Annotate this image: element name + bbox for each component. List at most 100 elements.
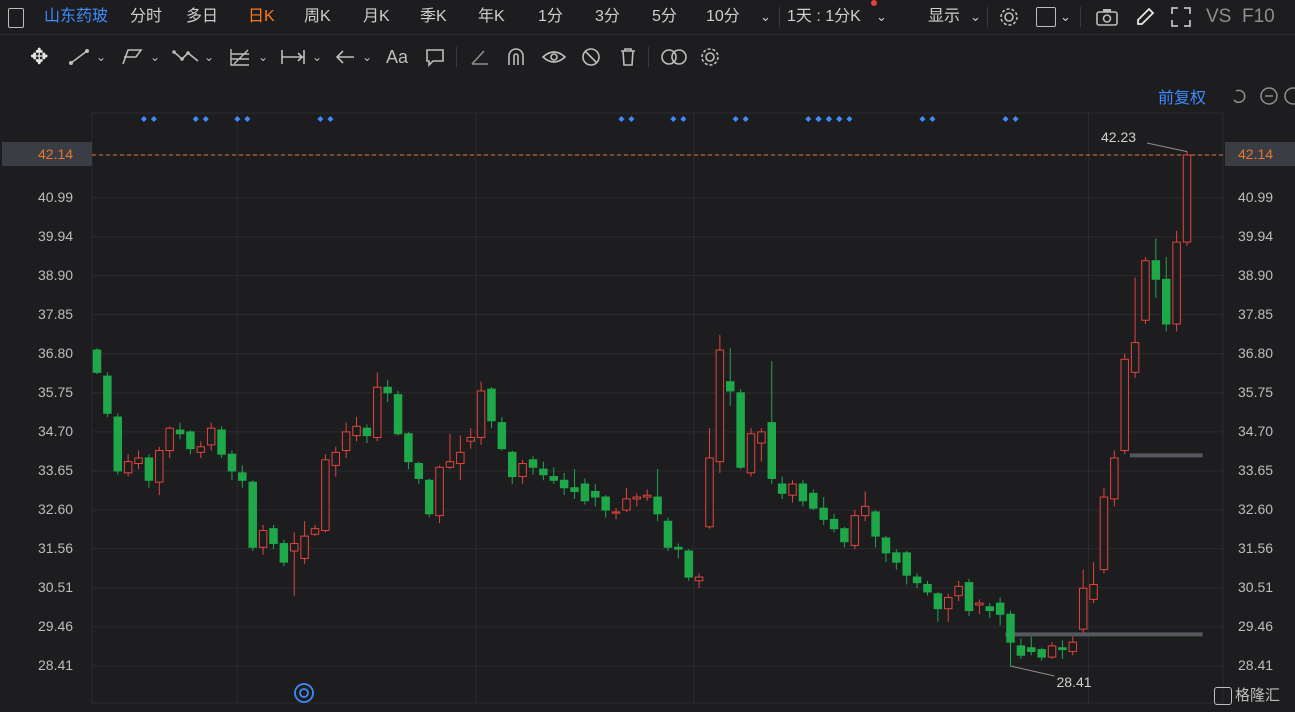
line-tool-chevron-icon[interactable]: ⌄: [96, 35, 106, 79]
candle-down: [1016, 645, 1026, 656]
measure-tool-chevron-icon[interactable]: ⌄: [312, 35, 322, 79]
measure-tool-icon[interactable]: [280, 48, 306, 66]
display-chevron-icon[interactable]: ⌄: [970, 0, 981, 34]
event-marker-icon: [317, 116, 324, 122]
text-tool[interactable]: Aa: [386, 35, 408, 79]
channel-tool-chevron-icon[interactable]: ⌄: [150, 35, 160, 79]
zoom-in-icon[interactable]: [1284, 87, 1295, 105]
move-crosshair-icon[interactable]: ✥: [30, 35, 48, 79]
tab-period-1[interactable]: 多日: [186, 0, 218, 34]
arrow-tool-icon[interactable]: [334, 48, 356, 66]
tab-period-6[interactable]: 年K: [478, 0, 505, 34]
candle-up: [715, 349, 725, 463]
candle-down: [269, 528, 278, 545]
stock-name[interactable]: 山东药玻: [44, 0, 108, 34]
settings-gear-icon[interactable]: [998, 6, 1020, 28]
y-tick-label: 36.80: [1238, 344, 1274, 361]
candle-up: [373, 386, 382, 438]
candle-up: [1141, 260, 1150, 321]
tab-period-7[interactable]: 1分: [538, 0, 563, 34]
layout-square-icon[interactable]: [1036, 7, 1056, 27]
candle-down: [559, 479, 569, 489]
tab-period-5[interactable]: 季K: [420, 0, 447, 34]
candle-up: [435, 466, 444, 517]
fibonacci-tool-icon[interactable]: [228, 46, 252, 68]
tab-period-2[interactable]: 日K: [248, 0, 275, 34]
event-marker-icon: [202, 116, 209, 122]
tab-period-0[interactable]: 分时: [130, 0, 162, 34]
event-marker-icon: [815, 116, 822, 122]
notification-dot: [871, 0, 877, 6]
candle-down: [186, 431, 195, 450]
candle-up: [975, 602, 984, 606]
candle-down: [933, 593, 943, 610]
tab-period-4[interactable]: 月K: [363, 0, 390, 34]
layout-chevron-icon[interactable]: ⌄: [1060, 0, 1071, 34]
candle-up: [705, 457, 714, 528]
tab-period-3[interactable]: 周K: [304, 0, 331, 34]
candle-up: [611, 511, 621, 514]
candle-up: [1047, 645, 1057, 658]
tab-period-9[interactable]: 5分: [652, 0, 677, 34]
wave-tool-chevron-icon[interactable]: ⌄: [204, 35, 214, 79]
display-menu[interactable]: 显示: [928, 0, 960, 34]
candle-down: [1027, 647, 1036, 652]
candle-up: [518, 463, 527, 478]
y-tick-label: 39.94: [38, 227, 74, 244]
camera-icon[interactable]: [1095, 6, 1119, 28]
candle-up: [746, 433, 756, 474]
current-price-tag: 42.14: [2, 142, 92, 166]
watermark-icon: [1214, 687, 1232, 706]
event-marker-icon: [1012, 116, 1019, 122]
angle-tool-icon[interactable]: [470, 48, 490, 66]
candle-up: [341, 431, 351, 452]
candle-down: [829, 518, 839, 530]
candle-down: [923, 583, 932, 593]
event-marker-icon: [327, 116, 334, 122]
candle-up: [123, 461, 133, 474]
candle-down: [684, 550, 693, 578]
candlestick-chart[interactable]: 42.23 28.41: [0, 80, 1295, 712]
panel-toggle-icon[interactable]: [8, 8, 24, 28]
event-marker-icon: [618, 116, 625, 122]
arrow-tool-chevron-icon[interactable]: ⌄: [362, 35, 372, 79]
y-tick-label: 29.46: [1238, 617, 1274, 634]
hide-drawings-icon[interactable]: [580, 46, 602, 68]
at-event-icon[interactable]: [293, 682, 315, 704]
candle-down: [798, 483, 808, 502]
magnet-icon[interactable]: [505, 47, 527, 67]
line-tool-icon[interactable]: [68, 48, 90, 66]
visibility-toggle-icon[interactable]: [541, 47, 567, 67]
toolbar-settings-icon[interactable]: [699, 46, 721, 68]
candle-up: [850, 515, 860, 546]
interval-selector[interactable]: 1天 : 1分K: [787, 0, 861, 34]
overlay-compare-icon[interactable]: [660, 47, 688, 67]
vs-compare-button[interactable]: VS: [1206, 0, 1231, 34]
interval-chevron-icon[interactable]: ⌄: [876, 0, 887, 34]
candle-up: [1130, 342, 1140, 373]
tab-period-10[interactable]: 10分: [706, 0, 740, 34]
fullscreen-icon[interactable]: [1170, 6, 1192, 28]
event-marker-icon: [680, 116, 687, 122]
comment-tool-icon[interactable]: [424, 47, 446, 67]
candle-up: [155, 450, 164, 483]
candle-up: [445, 461, 455, 468]
fibonacci-tool-chevron-icon[interactable]: ⌄: [258, 35, 268, 79]
f10-button[interactable]: F10: [1242, 0, 1275, 34]
channel-tool-icon[interactable]: [120, 47, 144, 67]
top-bar: 山东药玻 分时 多日 日K 周K 月K 季K 年K 1分 3分 5分 10分 ⌄…: [0, 0, 1295, 35]
wave-tool-icon[interactable]: [172, 47, 202, 67]
more-periods-chevron-icon[interactable]: ⌄: [760, 0, 771, 34]
watermark-text: 格隆汇: [1235, 687, 1281, 704]
candle-down: [1006, 613, 1015, 643]
candle-down: [726, 381, 735, 392]
adjust-mode-label[interactable]: 前复权: [1158, 84, 1206, 108]
y-tick-label: 34.70: [1238, 422, 1274, 439]
tab-period-8[interactable]: 3分: [595, 0, 620, 34]
candle-down: [238, 472, 247, 481]
reset-icon[interactable]: [1233, 89, 1246, 104]
delete-trash-icon[interactable]: [618, 46, 638, 68]
pencil-icon[interactable]: [1134, 6, 1156, 28]
event-marker-icon: [929, 116, 936, 122]
candle-down: [528, 459, 538, 468]
